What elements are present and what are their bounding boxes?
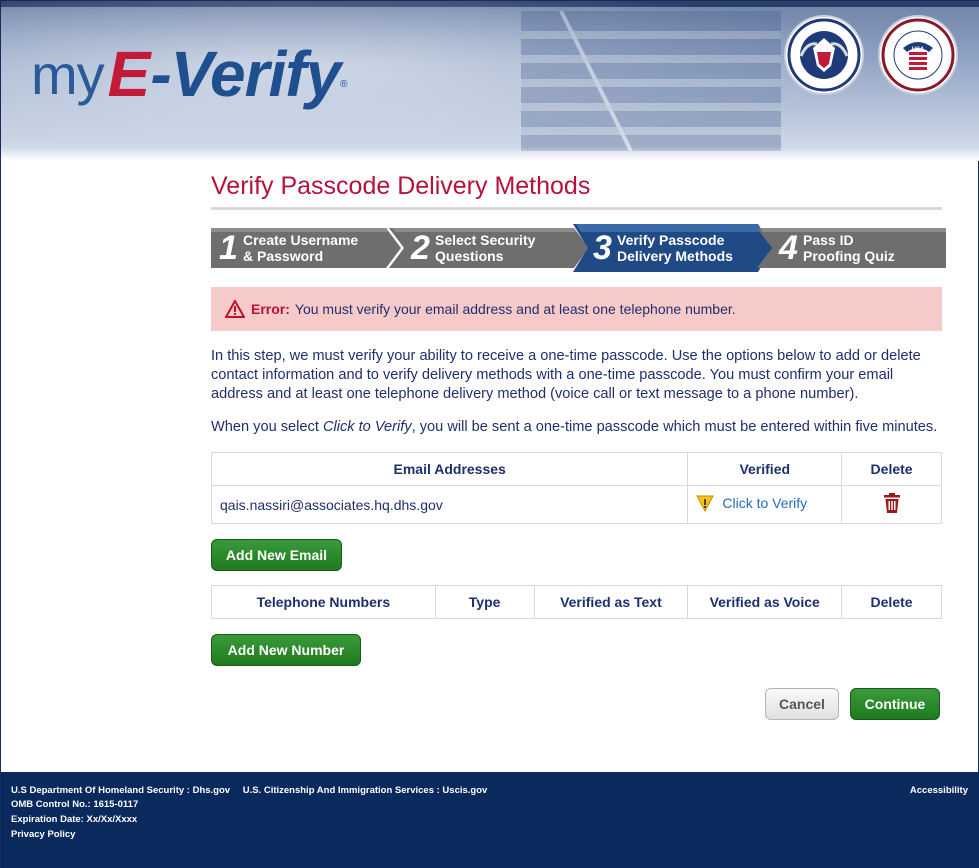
site-header: my E -Verify ® USA [1, 1, 979, 161]
accessibility-link[interactable]: Accessibility [910, 785, 968, 796]
verify-cell: Click to Verify [687, 485, 843, 524]
error-message: You must verify your email address and a… [294, 301, 736, 317]
logo-verify-text: -Verify [150, 38, 341, 110]
step-4-line1: Pass ID [803, 232, 854, 248]
omb-control-number: OMB Control No.: 1615-0117 [11, 799, 139, 810]
expiration-date: Expiration Date: Xx/Xx/Xxxx [11, 814, 138, 825]
intro-paragraph: In this step, we must verify your abilit… [211, 348, 921, 402]
add-number-wrapper: Add New Number [211, 634, 942, 666]
ssa-seal-icon: USA [881, 18, 955, 92]
para2-before: When you select [211, 419, 323, 435]
header-bottom-fade [1, 147, 979, 161]
ssa-seal: USA [878, 15, 958, 95]
site-footer: U.S Department Of Homeland Security : Dh… [1, 772, 979, 868]
main-content: Verify Passcode Delivery Methods 1 Creat… [210, 171, 946, 720]
phone-table: Telephone Numbers Type Verified as Text … [211, 585, 942, 619]
trash-icon[interactable] [883, 493, 901, 513]
page-title: Verify Passcode Delivery Methods [211, 171, 942, 210]
phone-table-header-row: Telephone Numbers Type Verified as Text … [211, 585, 942, 619]
cancel-button[interactable]: Cancel [765, 688, 839, 720]
click-to-verify-text: Click to Verify [722, 495, 808, 511]
email-table-header-row: Email Addresses Verified Delete [210, 452, 942, 486]
continue-button[interactable]: Continue [850, 688, 940, 720]
step-2-line2: Questions [435, 248, 504, 264]
step-3-label: Verify Passcode Delivery Methods [617, 232, 733, 264]
step-2: 2 Select Security Questions [389, 224, 589, 272]
footer-agency-links: U.S Department Of Homeland Security : Dh… [11, 785, 487, 796]
dhs-seal [784, 15, 864, 95]
step-2-line1: Select Security [435, 232, 536, 248]
dhs-seal-icon [787, 18, 861, 92]
verified-text-header: Verified as Text [533, 585, 689, 619]
step-4-number: 4 [779, 228, 798, 267]
uscis-link[interactable]: U.S. Citizenship And Immigration Service… [243, 785, 488, 796]
action-buttons: Cancel Continue [765, 688, 940, 720]
progress-steps: 1 Create Username & Password 2 Select Sec… [211, 224, 946, 272]
add-email-wrapper: Add New Email [211, 539, 942, 571]
ssa-seal-usa-text: USA [912, 47, 925, 53]
my-e-verify-logo[interactable]: my E -Verify ® [31, 35, 348, 110]
type-header: Type [434, 585, 535, 619]
step-1-line1: Create Username [243, 232, 359, 248]
step-3: 3 Verify Passcode Delivery Methods [573, 224, 773, 272]
email-table: Email Addresses Verified Delete qais.nas… [210, 452, 942, 524]
para2-emphasis: Click to Verify [322, 419, 412, 435]
privacy-policy-link[interactable]: Privacy Policy [11, 829, 75, 840]
logo-registered-mark: ® [340, 79, 348, 90]
error-label: Error: [251, 301, 290, 317]
error-warning-icon [225, 300, 245, 318]
logo-e-text: E [107, 38, 151, 110]
delete-header: Delete [841, 452, 942, 486]
step-1-label: Create Username & Password [243, 232, 358, 264]
step-2-number: 2 [411, 228, 430, 267]
step-4: 4 Pass ID Proofing Quiz [757, 224, 946, 272]
email-address-cell: qais.nassiri@associates.hq.dhs.gov [210, 485, 689, 524]
add-new-number-button[interactable]: Add New Number [211, 634, 361, 666]
click-to-verify-link[interactable]: Click to Verify [696, 494, 807, 512]
telephone-header: Telephone Numbers [211, 585, 436, 619]
step-1-line2: & Password [243, 248, 324, 264]
error-banner: Error: You must verify your email addres… [211, 287, 942, 331]
step-4-label: Pass ID Proofing Quiz [803, 232, 895, 264]
add-new-email-button[interactable]: Add New Email [211, 539, 342, 571]
warning-icon [696, 495, 715, 512]
flag-background-image [521, 11, 781, 151]
step-2-label: Select Security Questions [435, 232, 535, 264]
verified-voice-header: Verified as Voice [687, 585, 843, 619]
step-3-number: 3 [593, 228, 612, 267]
verified-header: Verified [687, 452, 843, 486]
step-1-number: 1 [219, 228, 238, 267]
step-1: 1 Create Username & Password [211, 224, 401, 272]
delete-cell [841, 485, 942, 524]
email-header: Email Addresses [210, 452, 689, 486]
table-row: qais.nassiri@associates.hq.dhs.gov Click… [210, 485, 942, 524]
phone-delete-header: Delete [841, 585, 942, 619]
logo-my-text: my [31, 43, 105, 106]
step-4-line2: Proofing Quiz [803, 248, 895, 264]
dhs-link[interactable]: U.S Department Of Homeland Security : Dh… [11, 785, 230, 796]
para2-after: , you will be sent a one-time passcode w… [411, 419, 938, 435]
step-3-line2: Delivery Methods [617, 248, 733, 264]
step-3-line1: Verify Passcode [617, 232, 725, 248]
click-to-verify-paragraph: When you select Click to Verify, you wil… [211, 418, 942, 437]
